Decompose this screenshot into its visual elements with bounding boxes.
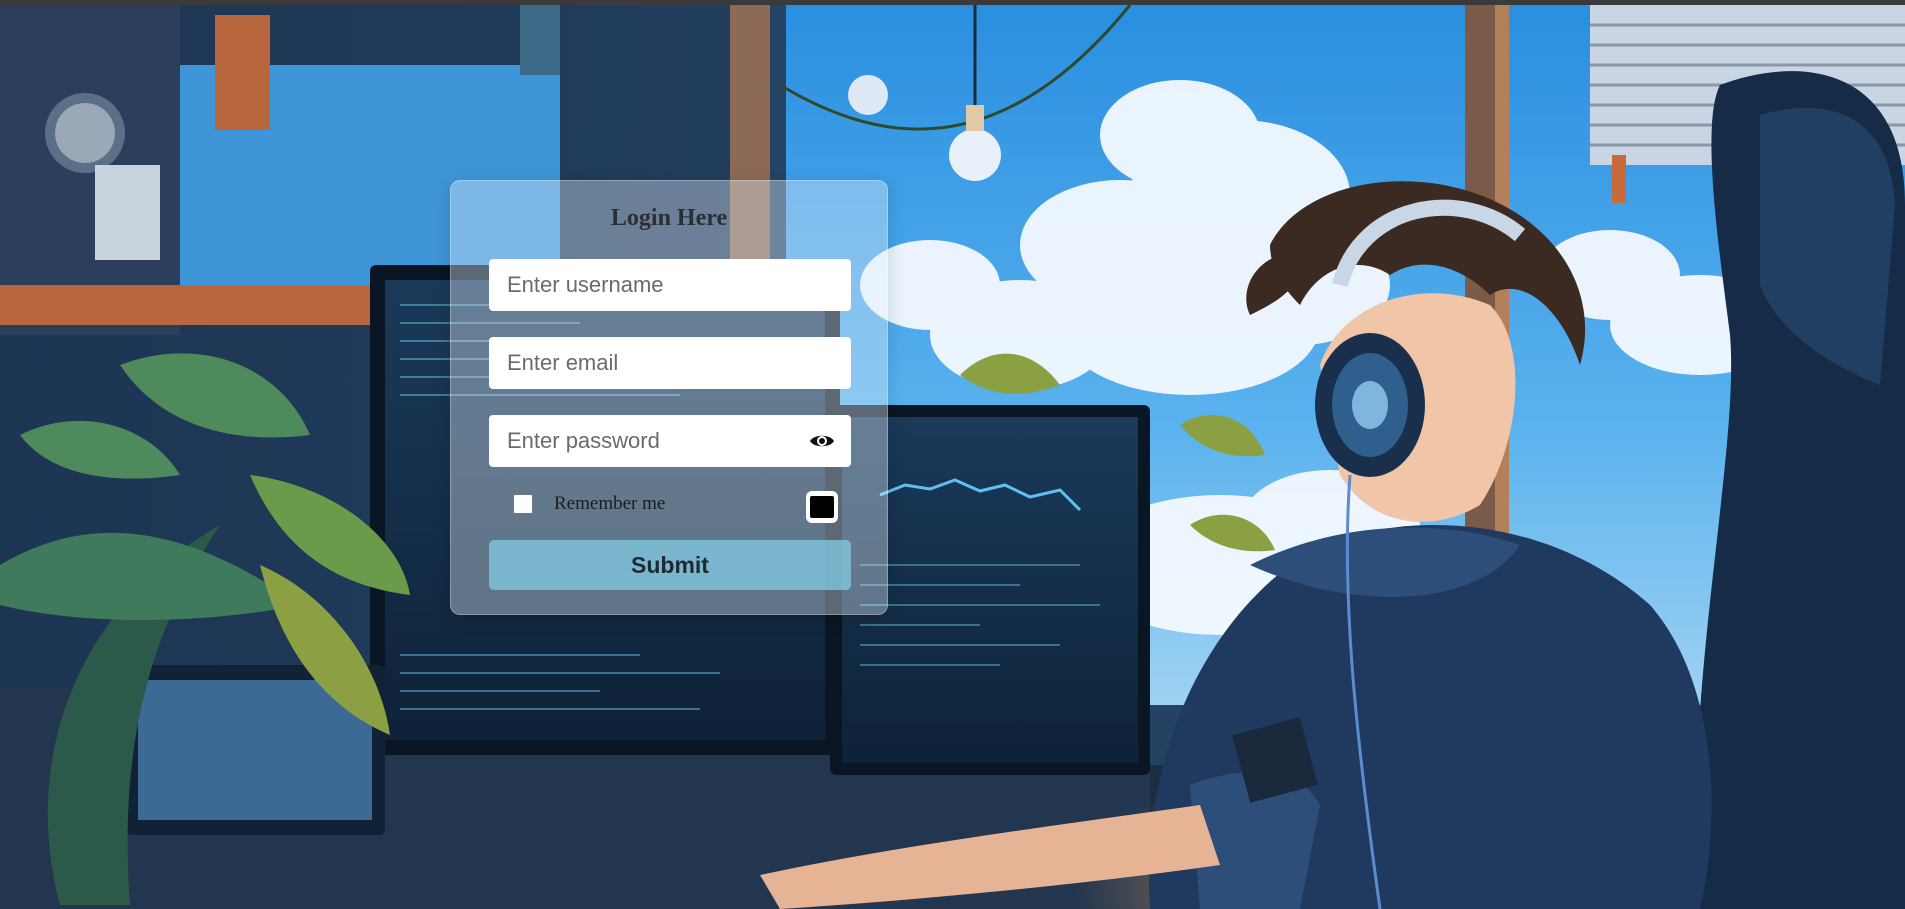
password-field-wrapper — [489, 415, 851, 467]
email-field-wrapper — [489, 337, 851, 389]
login-title: Login Here — [610, 205, 728, 231]
submit-button[interactable]: Submit — [489, 540, 851, 590]
dark-mode-swatch — [810, 496, 834, 518]
username-input[interactable] — [489, 259, 851, 311]
browser-top-strip — [0, 0, 1905, 5]
remember-me-label: Remember me — [554, 493, 666, 514]
dark-mode-toggle-icon[interactable] — [806, 491, 838, 523]
username-field-wrapper — [489, 259, 851, 311]
email-input[interactable] — [489, 337, 851, 389]
password-input[interactable] — [489, 415, 851, 467]
remember-me-row: Remember me — [513, 491, 665, 517]
background-illustration — [0, 5, 1905, 909]
eye-icon[interactable] — [809, 429, 835, 453]
login-card: Login Here Remember me Submit — [450, 180, 888, 615]
remember-me-checkbox[interactable] — [513, 494, 533, 514]
